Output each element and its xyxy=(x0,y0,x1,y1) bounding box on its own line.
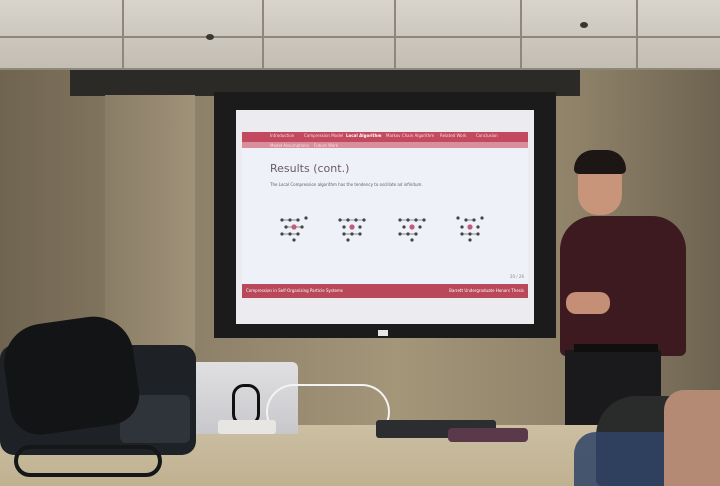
slide-footer-bar: Compression in Self-Organizing Particle … xyxy=(242,284,528,298)
slide-nav-item: Introduction xyxy=(270,133,295,138)
phone-cord xyxy=(14,445,162,477)
screen-pull-tab xyxy=(378,330,388,336)
presenter-hands xyxy=(566,292,610,314)
particle-configuration-figure xyxy=(280,216,308,242)
slide-body-text: The Local Compression algorithm has the … xyxy=(270,182,423,187)
power-strip xyxy=(218,420,276,434)
presenter-shirt xyxy=(560,216,686,356)
charging-cable xyxy=(266,384,390,440)
slide-nav-item: Future Work xyxy=(314,143,339,148)
desk-phone-handset xyxy=(0,311,144,439)
presenter-belt xyxy=(574,344,658,352)
particle-configuration-figure xyxy=(398,218,426,242)
slide-nav-item-active: Local Algorithm xyxy=(346,133,382,138)
ceiling-grid-line xyxy=(0,36,720,38)
slide-title: Results (cont.) xyxy=(270,162,350,175)
ceiling-light xyxy=(580,22,588,28)
slide-nav-item: Related Work xyxy=(440,133,467,138)
particle-configuration-figure xyxy=(338,218,366,242)
slide-nav-subbar: Model Assumptions Future Work xyxy=(242,142,528,148)
ceiling-grid-line xyxy=(262,0,264,70)
presentation-slide: Introduction Compression Model Local Alg… xyxy=(242,132,528,298)
particle-configuration-figure xyxy=(456,216,484,242)
ceiling-grid-line xyxy=(636,0,638,70)
audience-arm xyxy=(664,390,720,486)
presenter-hair xyxy=(574,150,626,174)
slide-footer-left: Compression in Self-Organizing Particle … xyxy=(246,288,343,293)
slide-nav-item: Conclusion xyxy=(476,133,498,138)
slide-nav-bar: Introduction Compression Model Local Alg… xyxy=(242,132,528,142)
ceiling-grid-line xyxy=(122,0,124,70)
slide-footer-right: Barrett Undergraduate Honors Thesis xyxy=(449,288,524,293)
ceiling-light xyxy=(206,34,214,40)
slide-nav-item: Model Assumptions xyxy=(270,143,309,148)
slide-nav-item: Markov Chain Algorithm xyxy=(386,133,435,138)
slide-page-number: 20 / 26 xyxy=(509,274,524,279)
ceiling-grid-line xyxy=(520,0,522,70)
slide-nav-item: Compression Model xyxy=(304,133,344,138)
ceiling-grid-line xyxy=(394,0,396,70)
leather-folio xyxy=(448,428,528,442)
